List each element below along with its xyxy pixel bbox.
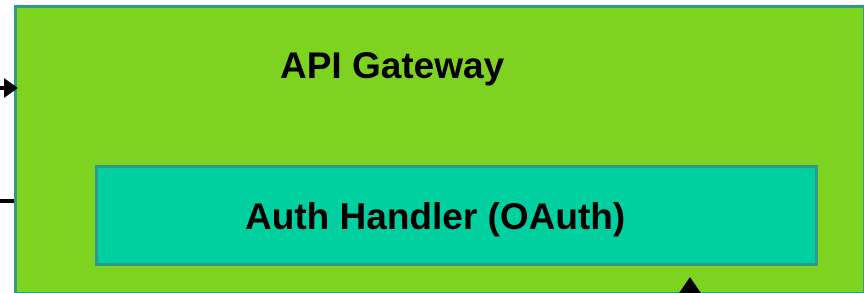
auth-arrow — [679, 277, 701, 293]
edges-layer — [0, 78, 701, 293]
incoming-arrow — [0, 78, 18, 98]
diagram-canvas: API Gateway Auth Handler (OAuth) — [0, 0, 864, 293]
